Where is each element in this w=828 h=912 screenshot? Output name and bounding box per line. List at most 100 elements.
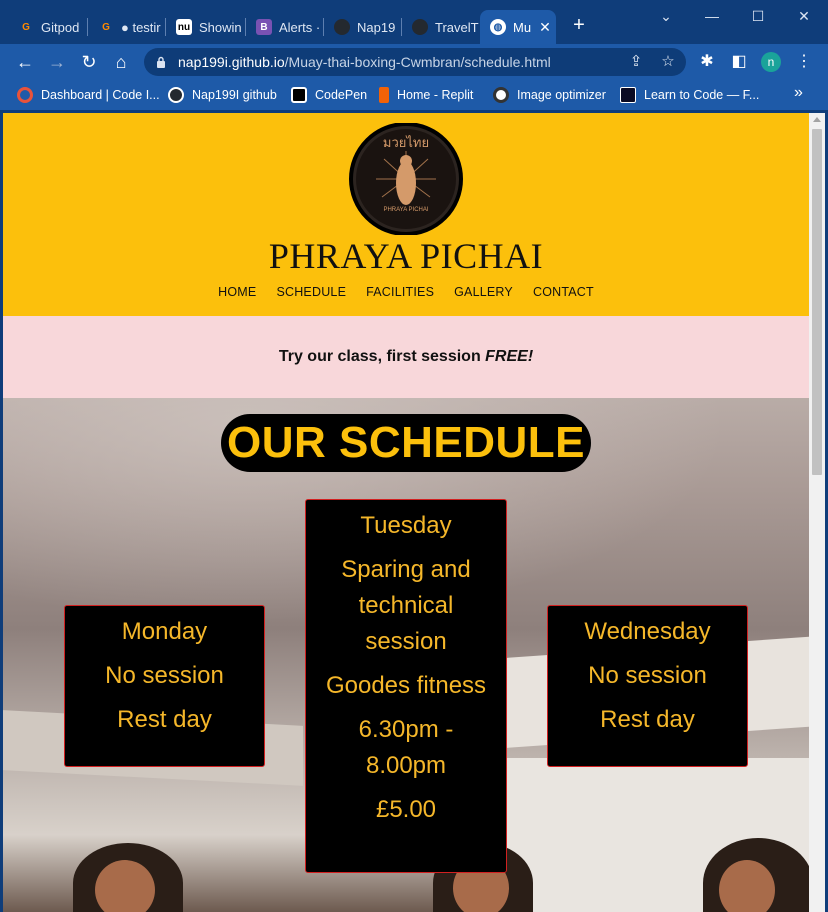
github-icon [168,87,184,103]
site-title[interactable]: PHRAYA PICHAI [3,235,809,277]
bookmark-label: Home - Replit [397,88,474,102]
page-scrollbar[interactable] [809,113,825,912]
day-line: Rest day [600,706,695,733]
bookmark-replit[interactable]: Home - Replit [379,85,473,105]
home-icon[interactable]: ⌂ [109,50,133,74]
close-tab-icon[interactable]: ✕ [539,19,551,36]
window-close-icon[interactable]: ✕ [792,6,816,26]
tab-label: Mu [513,19,532,35]
schedule-heading: OUR SCHEDULE [221,414,591,472]
freecodecamp-icon [620,87,636,103]
globe-icon: ◍ [490,19,506,35]
nav-schedule[interactable]: SCHEDULE [266,285,356,299]
url-path: /Muay-thai-boxing-Cwmbran/schedule.html [284,54,551,70]
day-line: No session [588,662,707,689]
background-photo-face [719,860,775,912]
bookmark-label: Learn to Code — F... [644,88,760,102]
gitpod-icon: G [22,21,30,33]
day-line: Sparing and technical session [341,556,471,655]
bookmark-codepen[interactable]: CodePen [291,85,367,105]
logo-caption: PHRAYA PICHAI [383,207,428,213]
bookmarks-bar: Dashboard | Code I... Nap199I github Cod… [0,80,828,110]
promo-prefix: Try our class, first session [278,348,486,365]
back-arrow-icon[interactable]: ← [13,50,37,74]
day-name: Wednesday [584,618,711,645]
tab-nap199[interactable]: Nap19 [324,10,402,44]
background-photo-face [95,860,155,912]
tab-showing[interactable]: nu Showin [166,10,246,44]
logo-thai-text: มวยไทย [383,135,429,151]
tab-label: Nap19 [357,19,396,35]
day-line: £5.00 [375,796,437,823]
code-institute-icon [17,87,33,103]
side-panel-icon[interactable]: ◧ [727,50,751,74]
nav-facilities[interactable]: FACILITIES [356,285,444,299]
nav-home[interactable]: HOME [208,285,266,299]
tab-search-icon[interactable]: ⌄ [654,6,678,26]
reload-icon[interactable]: ↻ [77,50,101,74]
tab-gitpod[interactable]: G Gitpod [8,10,88,44]
lock-icon [157,56,165,68]
url-host: nap199i.github.io [178,54,285,70]
page-viewport: มวยไทย PHRAYA PICHAI PHRAYA PICHAI HOME … [3,113,809,912]
day-line: Goodes fitness [325,672,487,699]
day-line: No session [105,662,224,689]
panda-icon [493,87,509,103]
promo-text: Try our class, first session FREE! [3,348,809,366]
bookmark-label: Image optimizer [517,88,606,102]
gitpod-icon: G [102,21,110,33]
bookmark-dashboard[interactable]: Dashboard | Code I... [17,85,160,105]
promo-banner: Try our class, first session FREE! [3,316,809,398]
day-card-monday: Monday No session Rest day [64,605,265,767]
browser-tab-strip: G Gitpod G ● testir nu Showin B Alerts ·… [0,0,828,44]
bookmark-label: CodePen [315,88,368,102]
minimize-icon[interactable]: — [700,6,724,26]
tab-label: Showin [199,19,242,35]
tab-muay-thai-active[interactable]: ◍ Mu ✕ [480,10,556,44]
schedule-section: OUR SCHEDULE Monday No session Rest day … [3,398,809,912]
day-line: Rest day [117,706,212,733]
more-bookmarks-chevron-icon[interactable]: » [794,84,803,102]
tab-testing[interactable]: G ● testir [88,10,166,44]
tab-travel[interactable]: TravelT [402,10,480,44]
replit-icon [379,87,389,103]
profile-avatar[interactable]: n [761,52,781,72]
new-tab-button[interactable]: + [568,14,590,36]
github-icon [412,19,428,35]
address-bar[interactable]: nap199i.github.io/Muay-thai-boxing-Cwmbr… [144,48,686,76]
bookmark-freecodecamp[interactable]: Learn to Code — F... [620,85,759,105]
main-nav: HOME SCHEDULE FACILITIES GALLERY CONTACT [3,285,809,299]
site-header: มวยไทย PHRAYA PICHAI PHRAYA PICHAI HOME … [3,113,809,316]
nav-contact[interactable]: CONTACT [523,285,604,299]
bootstrap-icon: B [256,19,272,35]
bookmark-label: Nap199I github [192,88,277,102]
browser-toolbar: ← → ↻ ⌂ nap199i.github.io/Muay-thai-boxi… [0,44,828,80]
bookmark-star-icon[interactable]: ☆ [658,52,678,72]
tab-label: Alerts · [279,19,321,35]
nu-icon: nu [176,19,192,35]
scroll-up-arrow-icon[interactable] [813,117,821,122]
maximize-icon[interactable]: ☐ [746,6,770,26]
forward-arrow-icon[interactable]: → [45,50,69,74]
extensions-icon[interactable]: ✱ [695,50,719,74]
day-name: Monday [121,618,208,645]
tab-label: ● testir [121,19,161,35]
phraya-pichai-logo[interactable]: มวยไทย PHRAYA PICHAI [346,123,466,235]
day-card-wednesday: Wednesday No session Rest day [547,605,748,767]
bookmark-label: Dashboard | Code I... [41,88,160,102]
tab-alerts[interactable]: B Alerts · [246,10,324,44]
share-icon[interactable]: ⇪ [626,52,646,72]
url-text: nap199i.github.io/Muay-thai-boxing-Cwmbr… [178,48,551,76]
bookmark-image-optimizer[interactable]: Image optimizer [493,85,606,105]
github-icon [334,19,350,35]
codepen-icon [291,87,307,103]
bookmark-github[interactable]: Nap199I github [168,85,277,105]
tab-label: Gitpod [41,19,80,35]
day-card-tuesday: Tuesday Sparing and technical session Go… [305,499,507,873]
day-line: 6.30pm - 8.00pm [358,716,454,779]
tab-label: TravelT [435,19,479,35]
menu-kebab-icon[interactable]: ⋮ [792,50,816,74]
day-name: Tuesday [360,512,452,539]
nav-gallery[interactable]: GALLERY [444,285,523,299]
scrollbar-thumb[interactable] [812,129,822,475]
